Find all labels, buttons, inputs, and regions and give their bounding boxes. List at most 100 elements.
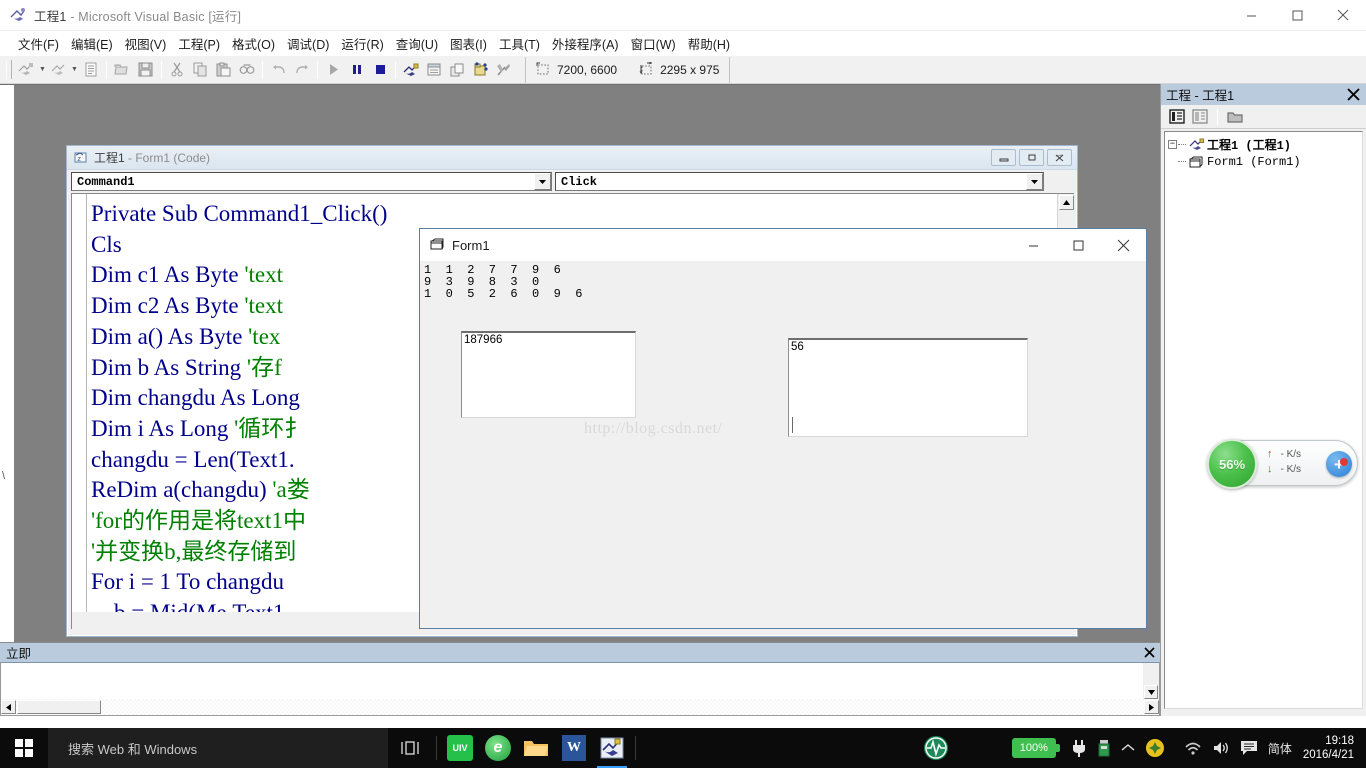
copy-icon[interactable] [189,59,212,81]
end-icon[interactable] [368,59,391,81]
mdi-left-strip [0,85,14,643]
menu-tools[interactable]: 工具(T) [493,32,546,55]
network-monitor-icon[interactable] [922,728,972,768]
menu-editor-icon[interactable] [79,59,102,81]
windows-start-icon[interactable] [0,728,48,768]
scroll-up-icon[interactable] [1059,195,1074,210]
toggle-folders-icon[interactable] [1225,108,1245,126]
procedure-combo[interactable]: Click [555,172,1044,191]
menu-query[interactable]: 查询(U) [390,32,444,55]
chevron-down-icon[interactable] [1026,173,1043,190]
main-window-title-project: 工程1 [34,9,67,24]
usb-icon[interactable] [1092,728,1116,768]
taskbar-clock[interactable]: 19:18 2016/4/21 [1297,734,1364,762]
immediate-window-content[interactable] [0,663,1160,716]
view-object-icon[interactable] [1190,108,1210,126]
minimize-icon[interactable] [991,149,1016,166]
code-line: Dim changdu As Long [91,385,306,411]
properties-window-icon[interactable] [423,59,446,81]
network-speed-widget[interactable]: 56% ↑ - K/s ↓ - K/s + [1207,439,1358,489]
cut-icon[interactable] [166,59,189,81]
undo-icon[interactable] [267,59,290,81]
taskbar-app-vb[interactable] [593,728,631,768]
position-icon [536,62,551,77]
form-layout-icon[interactable] [446,59,469,81]
close-icon[interactable] [1320,0,1366,31]
toolbox-icon[interactable] [492,59,515,81]
maximize-icon[interactable] [1274,0,1320,31]
taskbar-app-explorer[interactable] [517,728,555,768]
form1-window[interactable]: Form1 1 1 2 7 7 9 6 9 3 9 8 3 0 1 0 5 2 … [419,228,1147,629]
scroll-down-icon[interactable] [1144,685,1158,699]
text1-input[interactable]: 187966 [461,331,636,418]
ime-indicator[interactable]: 简体 [1263,728,1297,768]
close-icon[interactable] [1047,149,1072,166]
battery-indicator[interactable]: 100% [972,728,1066,768]
search-input[interactable]: 搜索 Web 和 Windows [48,728,388,768]
maximize-icon[interactable] [1056,229,1101,261]
show-hidden-icons-icon[interactable] [1116,728,1140,768]
menu-diagram[interactable]: 图表(I) [444,32,493,55]
project-icon [1189,138,1204,152]
menu-file[interactable]: 文件(F) [12,32,65,55]
project-explorer-toolbar [1161,105,1366,129]
add-form-icon[interactable] [47,59,70,81]
restore-icon[interactable] [1019,149,1044,166]
taskbar-app-green[interactable]: UIV [441,728,479,768]
find-icon[interactable] [235,59,258,81]
object-browser-icon[interactable] [469,59,492,81]
boost-percent-orb[interactable]: 56% [1207,439,1257,489]
redo-icon[interactable] [290,59,313,81]
taskbar-app-edge[interactable]: e [479,728,517,768]
immediate-vertical-scrollbar[interactable] [1143,663,1159,700]
close-icon[interactable] [1138,643,1160,663]
tree-collapse-icon[interactable]: − [1168,140,1177,149]
minimize-icon[interactable] [1228,0,1274,31]
add-form-dropdown-icon[interactable]: ▼ [70,59,79,81]
immediate-window[interactable]: 立即 [0,642,1160,716]
close-icon[interactable] [1101,229,1146,261]
taskbar-app-word-glyph: W [567,740,581,755]
taskbar-divider [635,736,636,760]
code-window-icon: z [74,151,88,165]
project-tree-root[interactable]: − 工程1 (工程1) [1165,136,1362,153]
power-plug-icon[interactable] [1066,728,1092,768]
menu-window[interactable]: 窗口(W) [625,32,682,55]
security-shield-icon[interactable] [1140,728,1170,768]
scroll-left-icon[interactable] [1,700,16,714]
menu-edit[interactable]: 编辑(E) [65,32,119,55]
menu-view[interactable]: 视图(V) [119,32,173,55]
scroll-right-icon[interactable] [1144,700,1159,714]
menu-run[interactable]: 运行(R) [335,32,389,55]
taskbar-app-word[interactable]: W [555,728,593,768]
text2-input[interactable]: 56 [788,338,1028,437]
chevron-down-icon[interactable] [534,173,551,190]
start-icon[interactable] [322,59,345,81]
view-code-icon[interactable] [1167,108,1187,126]
minimize-icon[interactable] [1011,229,1056,261]
object-combo[interactable]: Command1 [71,172,552,191]
volume-icon[interactable] [1207,728,1235,768]
toolbar-grip[interactable] [6,60,12,79]
open-project-icon[interactable] [111,59,134,81]
close-icon[interactable] [1342,85,1364,104]
action-center-icon[interactable] [1235,728,1263,768]
add-project-dropdown-icon[interactable]: ▼ [38,59,47,81]
add-project-icon[interactable] [15,59,38,81]
project-explorer-icon[interactable] [400,59,423,81]
menu-debug[interactable]: 调试(D) [281,32,335,55]
wifi-icon[interactable] [1170,728,1207,768]
menu-format[interactable]: 格式(O) [226,32,281,55]
task-view-icon[interactable] [388,728,432,768]
project-tree[interactable]: − 工程1 (工程1) Form1 (Form1) [1164,131,1363,709]
save-project-icon[interactable] [134,59,157,81]
immediate-scroll-thumb[interactable] [17,700,101,714]
paste-icon[interactable] [212,59,235,81]
project-tree-item-form1[interactable]: Form1 (Form1) [1165,153,1362,170]
menu-addins[interactable]: 外接程序(A) [546,32,625,55]
break-icon[interactable] [345,59,368,81]
menu-help[interactable]: 帮助(H) [682,32,736,55]
menu-project[interactable]: 工程(P) [172,32,226,55]
plus-icon[interactable]: + [1326,451,1352,477]
immediate-horizontal-scrollbar[interactable] [1,699,1159,715]
